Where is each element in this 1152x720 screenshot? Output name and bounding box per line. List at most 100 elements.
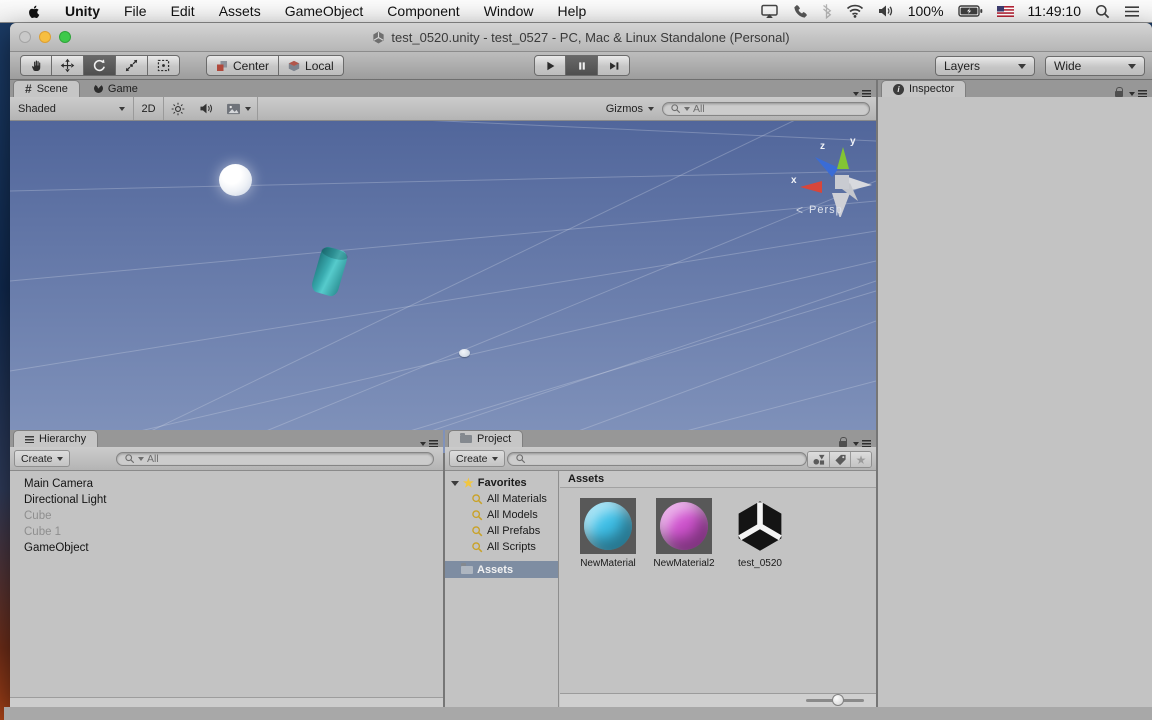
- project-search-input[interactable]: [507, 451, 807, 466]
- favorites-row[interactable]: Favorites: [445, 475, 558, 491]
- search-by-label-button[interactable]: [829, 452, 850, 467]
- hierarchy-search-input[interactable]: All: [116, 451, 434, 466]
- thumbnail-size-slider[interactable]: [806, 694, 864, 706]
- panel-menu-icon[interactable]: [853, 90, 876, 97]
- layout-dropdown[interactable]: Wide: [1045, 56, 1145, 76]
- hierarchy-create-button[interactable]: Create: [14, 450, 70, 467]
- space-mode-button[interactable]: Local: [279, 55, 344, 76]
- tab-game[interactable]: Game: [83, 80, 149, 97]
- tab-inspector[interactable]: Inspector: [881, 80, 967, 97]
- all-models-label: All Models: [487, 509, 538, 521]
- hierarchy-list: Main Camera Directional Light Cube Cube …: [10, 471, 443, 697]
- menu-bar-clock[interactable]: 11:49:10: [1028, 3, 1081, 19]
- minimize-button[interactable]: [39, 31, 51, 43]
- panel-menu-icon[interactable]: [1115, 86, 1152, 97]
- move-tool-button[interactable]: [52, 55, 84, 76]
- hierarchy-toolbar: Create All: [10, 447, 443, 471]
- sphere-object[interactable]: [219, 164, 252, 196]
- bluetooth-icon[interactable]: [821, 3, 832, 19]
- hand-icon: [31, 60, 40, 72]
- pivot-mode-button[interactable]: Center: [206, 55, 280, 76]
- gizmo-center-cube[interactable]: [835, 175, 849, 189]
- chevron-down-icon: [853, 91, 859, 96]
- foldout-arrow-icon[interactable]: [451, 480, 459, 486]
- input-language-flag-icon[interactable]: [996, 5, 1014, 17]
- rotate-icon: [93, 59, 105, 72]
- spotlight-icon[interactable]: [1095, 4, 1110, 19]
- phone-icon[interactable]: [792, 4, 807, 19]
- scene-audio-button[interactable]: [192, 97, 220, 120]
- project-body: Favorites All Materials All Models All P…: [445, 471, 876, 707]
- scale-tool-button[interactable]: [116, 55, 148, 76]
- small-scene-object[interactable]: [459, 349, 470, 357]
- tab-project[interactable]: Project: [448, 430, 524, 447]
- rect-tool-button[interactable]: [148, 55, 180, 76]
- favorites-all-models[interactable]: All Models: [445, 507, 558, 523]
- menu-component[interactable]: Component: [375, 0, 471, 23]
- favorites-all-materials[interactable]: All Materials: [445, 491, 558, 507]
- panel-menu-icon[interactable]: [839, 436, 876, 447]
- project-create-button[interactable]: Create: [449, 450, 505, 467]
- asset-label: test_0520: [738, 558, 782, 569]
- star-icon: [856, 452, 867, 467]
- hierarchy-item-cube-1[interactable]: Cube 1: [10, 524, 443, 540]
- layers-dropdown[interactable]: Layers: [935, 56, 1035, 76]
- hierarchy-item-main-camera[interactable]: Main Camera: [10, 476, 443, 492]
- gizmo-x-axis[interactable]: [800, 181, 822, 193]
- assets-folder-row[interactable]: Assets: [445, 561, 558, 578]
- scene-effects-button[interactable]: [220, 97, 258, 120]
- step-button[interactable]: [598, 55, 630, 76]
- lock-icon[interactable]: [1115, 86, 1124, 97]
- menu-unity[interactable]: Unity: [53, 0, 112, 23]
- assets-breadcrumb[interactable]: Assets: [560, 471, 876, 488]
- battery-icon[interactable]: [957, 5, 983, 17]
- hierarchy-item-cube[interactable]: Cube: [10, 508, 443, 524]
- main-toolbar: Center Local Layers Wide: [10, 52, 1152, 80]
- scene-lighting-button[interactable]: [164, 97, 192, 120]
- hierarchy-item-directional-light[interactable]: Directional Light: [10, 492, 443, 508]
- favorites-all-scripts[interactable]: All Scripts: [445, 539, 558, 555]
- rotate-tool-button[interactable]: [84, 55, 116, 76]
- draw-mode-dropdown[interactable]: Shaded: [10, 97, 134, 120]
- panel-menu-icon[interactable]: [420, 440, 443, 447]
- gizmo-z-axis[interactable]: [815, 157, 839, 177]
- asset-newmaterial2[interactable]: NewMaterial2: [653, 498, 715, 569]
- notification-center-icon[interactable]: [1124, 5, 1140, 18]
- hierarchy-item-gameobject[interactable]: GameObject: [10, 540, 443, 556]
- airplay-icon[interactable]: [760, 4, 778, 19]
- menu-assets[interactable]: Assets: [207, 0, 273, 23]
- menu-help[interactable]: Help: [545, 0, 598, 23]
- menu-file[interactable]: File: [112, 0, 159, 23]
- menu-edit[interactable]: Edit: [159, 0, 207, 23]
- tab-hierarchy[interactable]: Hierarchy: [13, 430, 99, 447]
- menu-gameobject[interactable]: GameObject: [273, 0, 376, 23]
- project-content: Assets NewMaterial NewMaterial2 test_052…: [560, 471, 876, 707]
- zoom-button[interactable]: [59, 31, 71, 43]
- favorite-search-button[interactable]: [850, 452, 871, 467]
- asset-test-0520-scene[interactable]: test_0520: [731, 498, 789, 569]
- scene-viewport[interactable]: z y x Persp: [10, 121, 876, 453]
- pause-button[interactable]: [566, 55, 598, 76]
- pan-tool-button[interactable]: [20, 55, 52, 76]
- wifi-icon[interactable]: [846, 4, 864, 18]
- favorites-all-prefabs[interactable]: All Prefabs: [445, 523, 558, 539]
- gizmos-dropdown[interactable]: Gizmos: [606, 103, 654, 115]
- perspective-toggle[interactable]: Persp: [796, 203, 843, 217]
- scene-search-input[interactable]: All: [662, 101, 870, 116]
- slider-knob[interactable]: [832, 694, 844, 706]
- volume-icon[interactable]: [878, 4, 894, 18]
- tab-scene[interactable]: Scene: [13, 80, 80, 97]
- play-button[interactable]: [534, 55, 566, 76]
- window-title-bar[interactable]: test_0520.unity - test_0527 - PC, Mac & …: [10, 23, 1152, 52]
- apple-menu[interactable]: [14, 0, 53, 23]
- lock-icon[interactable]: [839, 436, 848, 447]
- asset-newmaterial[interactable]: NewMaterial: [579, 498, 637, 569]
- gizmo-y-axis[interactable]: [837, 147, 849, 169]
- scene-control-bar: Shaded 2D Gizmos All: [10, 97, 876, 121]
- search-by-type-button[interactable]: [808, 452, 829, 467]
- menu-window[interactable]: Window: [472, 0, 546, 23]
- menu-lines-icon: [429, 440, 438, 447]
- assets-folder-label: Assets: [477, 563, 514, 576]
- close-button[interactable]: [19, 31, 31, 43]
- toggle-2d-button[interactable]: 2D: [134, 97, 164, 120]
